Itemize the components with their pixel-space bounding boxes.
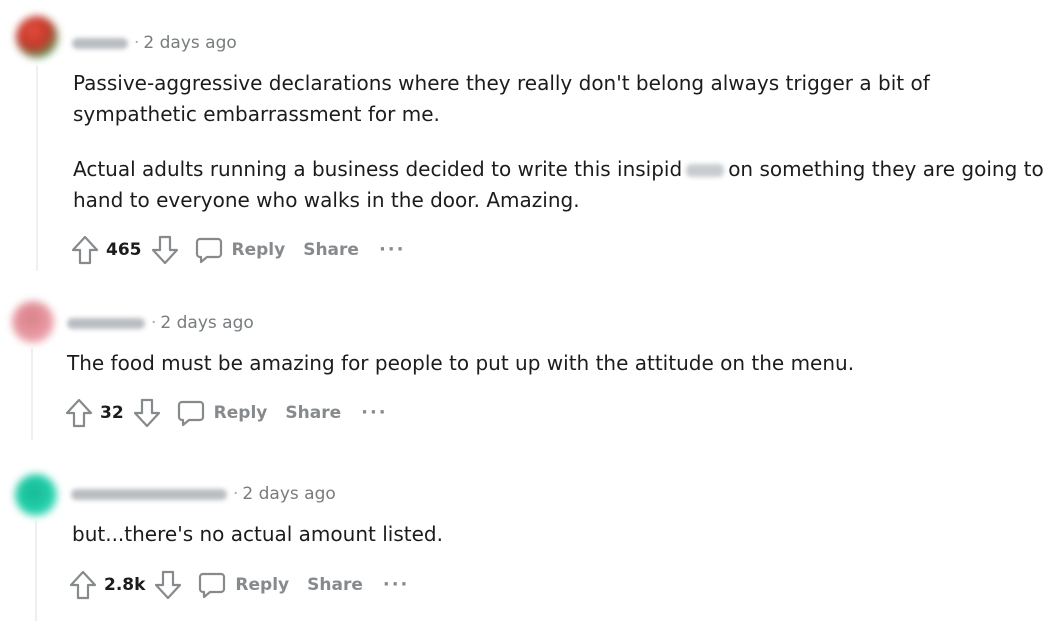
username-redacted[interactable]: [72, 37, 128, 49]
vote-count: 465: [106, 240, 142, 260]
comment-bubble-icon: [194, 235, 224, 265]
comment-3: · 2 days ago but...there's no actual amo…: [0, 455, 1064, 629]
downvote-icon[interactable]: [132, 397, 162, 429]
share-button[interactable]: Share: [307, 575, 363, 595]
separator-dot: ·: [151, 313, 157, 333]
comment-body: Passive-aggressive declarations where th…: [73, 68, 1044, 216]
reply-button[interactable]: Reply: [194, 235, 286, 265]
comment-bubble-icon: [197, 570, 227, 600]
downvote-icon[interactable]: [150, 234, 180, 266]
username-redacted[interactable]: [67, 317, 145, 329]
more-icon[interactable]: ···: [379, 241, 406, 259]
timestamp: 2 days ago: [160, 313, 254, 333]
timestamp: 2 days ago: [143, 33, 237, 53]
redacted-word: [686, 164, 725, 177]
comment-meta: · 2 days ago: [71, 484, 336, 504]
separator-dot: ·: [233, 484, 239, 504]
thread-line[interactable]: [36, 66, 38, 271]
thread-line[interactable]: [31, 348, 33, 440]
paragraph: Passive-aggressive declarations where th…: [73, 71, 930, 126]
upvote-icon[interactable]: [64, 397, 94, 429]
reply-label: Reply: [235, 575, 290, 595]
comment-actions: 465 Reply Share ···: [70, 234, 405, 266]
paragraph: The food must be amazing for people to p…: [67, 351, 855, 375]
timestamp: 2 days ago: [242, 484, 336, 504]
paragraph: but...there's no actual amount listed.: [72, 522, 443, 546]
more-icon[interactable]: ···: [383, 576, 410, 594]
comment-meta: · 2 days ago: [72, 33, 237, 53]
avatar[interactable]: [15, 474, 57, 516]
thread-line[interactable]: [35, 521, 37, 621]
separator-dot: ·: [134, 33, 140, 53]
comment-body: but...there's no actual amount listed.: [72, 519, 443, 550]
share-button[interactable]: Share: [303, 240, 359, 260]
reply-label: Reply: [231, 240, 286, 260]
comment-meta: · 2 days ago: [67, 313, 254, 333]
downvote-icon[interactable]: [153, 569, 183, 601]
vote-count: 2.8k: [104, 575, 146, 595]
comment-1: · 2 days ago Passive-aggressive declarat…: [0, 0, 1064, 280]
more-icon[interactable]: ···: [361, 404, 388, 422]
reply-button[interactable]: Reply: [197, 570, 289, 600]
avatar[interactable]: [16, 16, 58, 58]
avatar[interactable]: [12, 301, 54, 343]
vote-count: 32: [100, 403, 124, 423]
upvote-icon[interactable]: [68, 569, 98, 601]
comment-actions: 32 Reply Share ···: [64, 397, 388, 429]
comment-bubble-icon: [176, 398, 206, 428]
paragraph: Actual adults running a business decided…: [73, 157, 1044, 212]
share-button[interactable]: Share: [285, 403, 341, 423]
upvote-icon[interactable]: [70, 234, 100, 266]
comment-2: · 2 days ago The food must be amazing fo…: [0, 280, 1064, 455]
reply-label: Reply: [213, 403, 268, 423]
reply-button[interactable]: Reply: [176, 398, 268, 428]
comment-body: The food must be amazing for people to p…: [67, 348, 854, 379]
comment-actions: 2.8k Reply Share ···: [68, 569, 409, 601]
username-redacted[interactable]: [71, 488, 227, 500]
